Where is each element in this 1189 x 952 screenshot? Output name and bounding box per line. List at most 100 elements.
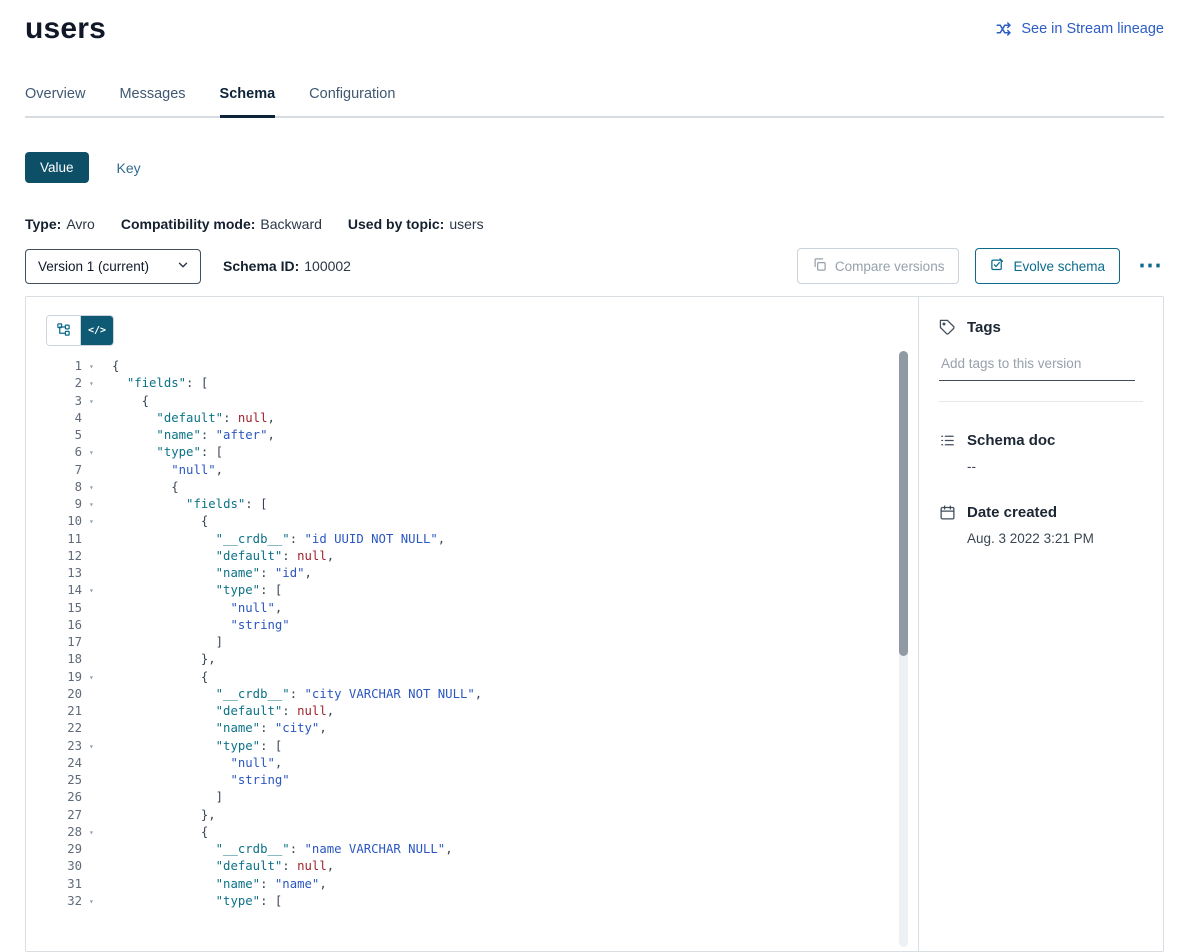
code-view-button[interactable]: </> [80,316,113,345]
stream-lineage-link[interactable]: See in Stream lineage [995,20,1164,38]
code-line: "string" [112,617,482,634]
fold-toggle-icon[interactable]: ▾ [82,444,102,461]
code-line: "__crdb__": "city VARCHAR NOT NULL", [112,686,482,703]
evolve-schema-button[interactable]: Evolve schema [975,248,1120,284]
line-number: 11 [26,531,82,548]
fold-toggle-icon[interactable]: ▾ [82,893,102,910]
fold-spacer [82,410,102,427]
tab-messages[interactable]: Messages [119,86,185,116]
code-line: "default": null, [112,548,482,565]
line-number: 3 [26,393,82,410]
evolve-schema-icon [990,257,1005,275]
compatibility-value: Backward [260,216,321,232]
type-meta: Type:Avro [25,216,95,232]
code-line: ] [112,789,482,806]
line-number: 7 [26,462,82,479]
code-line: ] [112,634,482,651]
fold-toggle-icon[interactable]: ▾ [82,582,102,599]
line-number: 13 [26,565,82,582]
line-number: 10 [26,513,82,530]
line-number: 5 [26,427,82,444]
fold-spacer [82,755,102,772]
tab-configuration[interactable]: Configuration [309,86,395,116]
fold-toggle-icon[interactable]: ▾ [82,479,102,496]
schema-type-toggle: Value Key [25,152,1164,183]
fold-toggle-icon[interactable]: ▾ [82,738,102,755]
fold-spacer [82,772,102,789]
line-number: 8 [26,479,82,496]
code-line: "null", [112,462,482,479]
code-line: "__crdb__": "name VARCHAR NULL", [112,841,482,858]
value-schema-button[interactable]: Value [25,152,89,183]
date-created-section: Date created Aug. 3 2022 3:21 PM [939,504,1143,546]
add-tags-input[interactable] [939,352,1135,381]
code-line: "null", [112,755,482,772]
tab-overview[interactable]: Overview [25,86,85,116]
page-title: users [25,12,106,46]
tree-view-button[interactable] [47,316,80,345]
stream-lineage-label: See in Stream lineage [1021,21,1164,37]
line-number: 31 [26,876,82,893]
line-number: 12 [26,548,82,565]
code-view-icon: </> [88,325,106,336]
schema-id-label: Schema ID: [223,258,299,274]
date-created-heading: Date created [939,504,1143,521]
fold-toggle-icon[interactable]: ▾ [82,358,102,375]
date-created-heading-label: Date created [967,504,1057,521]
fold-spacer [82,531,102,548]
fold-spacer [82,617,102,634]
line-number: 29 [26,841,82,858]
fold-spacer [82,548,102,565]
line-number: 20 [26,686,82,703]
code-line: "fields": [ [112,496,482,513]
schema-detail-panel: </> 1▾2▾3▾456▾78▾9▾10▾11121314▾151617181… [25,296,1164,952]
fold-toggle-icon[interactable]: ▾ [82,824,102,841]
line-number: 15 [26,600,82,617]
code-line: "name": "id", [112,565,482,582]
fold-spacer [82,807,102,824]
chevron-down-icon [176,258,190,275]
code-line: "type": [ [112,738,482,755]
code-lines: { "fields": [ { "default": null, "name":… [106,358,482,910]
fold-spacer [82,600,102,617]
line-number: 26 [26,789,82,806]
fold-toggle-icon[interactable]: ▾ [82,513,102,530]
schema-doc-heading-label: Schema doc [967,432,1055,449]
overflow-menu-button[interactable]: ⋯ [1136,261,1164,271]
fold-spacer [82,841,102,858]
key-schema-button[interactable]: Key [117,160,141,176]
code-line: "default": null, [112,410,482,427]
line-number: 17 [26,634,82,651]
schema-doc-section: Schema doc -- [939,432,1143,474]
fold-toggle-icon[interactable]: ▾ [82,393,102,410]
code-line: "string" [112,772,482,789]
date-created-value: Aug. 3 2022 3:21 PM [967,531,1143,546]
schema-doc-heading: Schema doc [939,432,1143,449]
code-line: "type": [ [112,893,482,910]
code-line: { [112,669,482,686]
line-number: 32 [26,893,82,910]
code-line: { [112,824,482,841]
type-value: Avro [66,216,95,232]
fold-toggle-icon[interactable]: ▾ [82,375,102,392]
code-line: { [112,358,482,375]
schema-doc-value: -- [967,459,1143,474]
fold-spacer [82,703,102,720]
version-select[interactable]: Version 1 (current) [25,249,201,284]
compare-versions-button[interactable]: Compare versions [797,248,960,284]
fold-spacer [82,876,102,893]
fold-spacer [82,686,102,703]
schema-actions: Compare versions Evolve schema ⋯ [797,248,1164,284]
code-line: }, [112,651,482,668]
fold-toggle-icon[interactable]: ▾ [82,669,102,686]
topic-link[interactable]: users [449,216,483,232]
scrollbar-thumb[interactable] [899,351,908,656]
schema-id-value: 100002 [304,258,351,274]
tab-schema[interactable]: Schema [220,86,276,118]
code-line: { [112,513,482,530]
code-line: "name": "city", [112,720,482,737]
evolve-schema-label: Evolve schema [1013,259,1105,274]
fold-toggle-icon[interactable]: ▾ [82,496,102,513]
fold-spacer [82,427,102,444]
schema-code-panel: </> 1▾2▾3▾456▾78▾9▾10▾11121314▾151617181… [26,297,919,951]
